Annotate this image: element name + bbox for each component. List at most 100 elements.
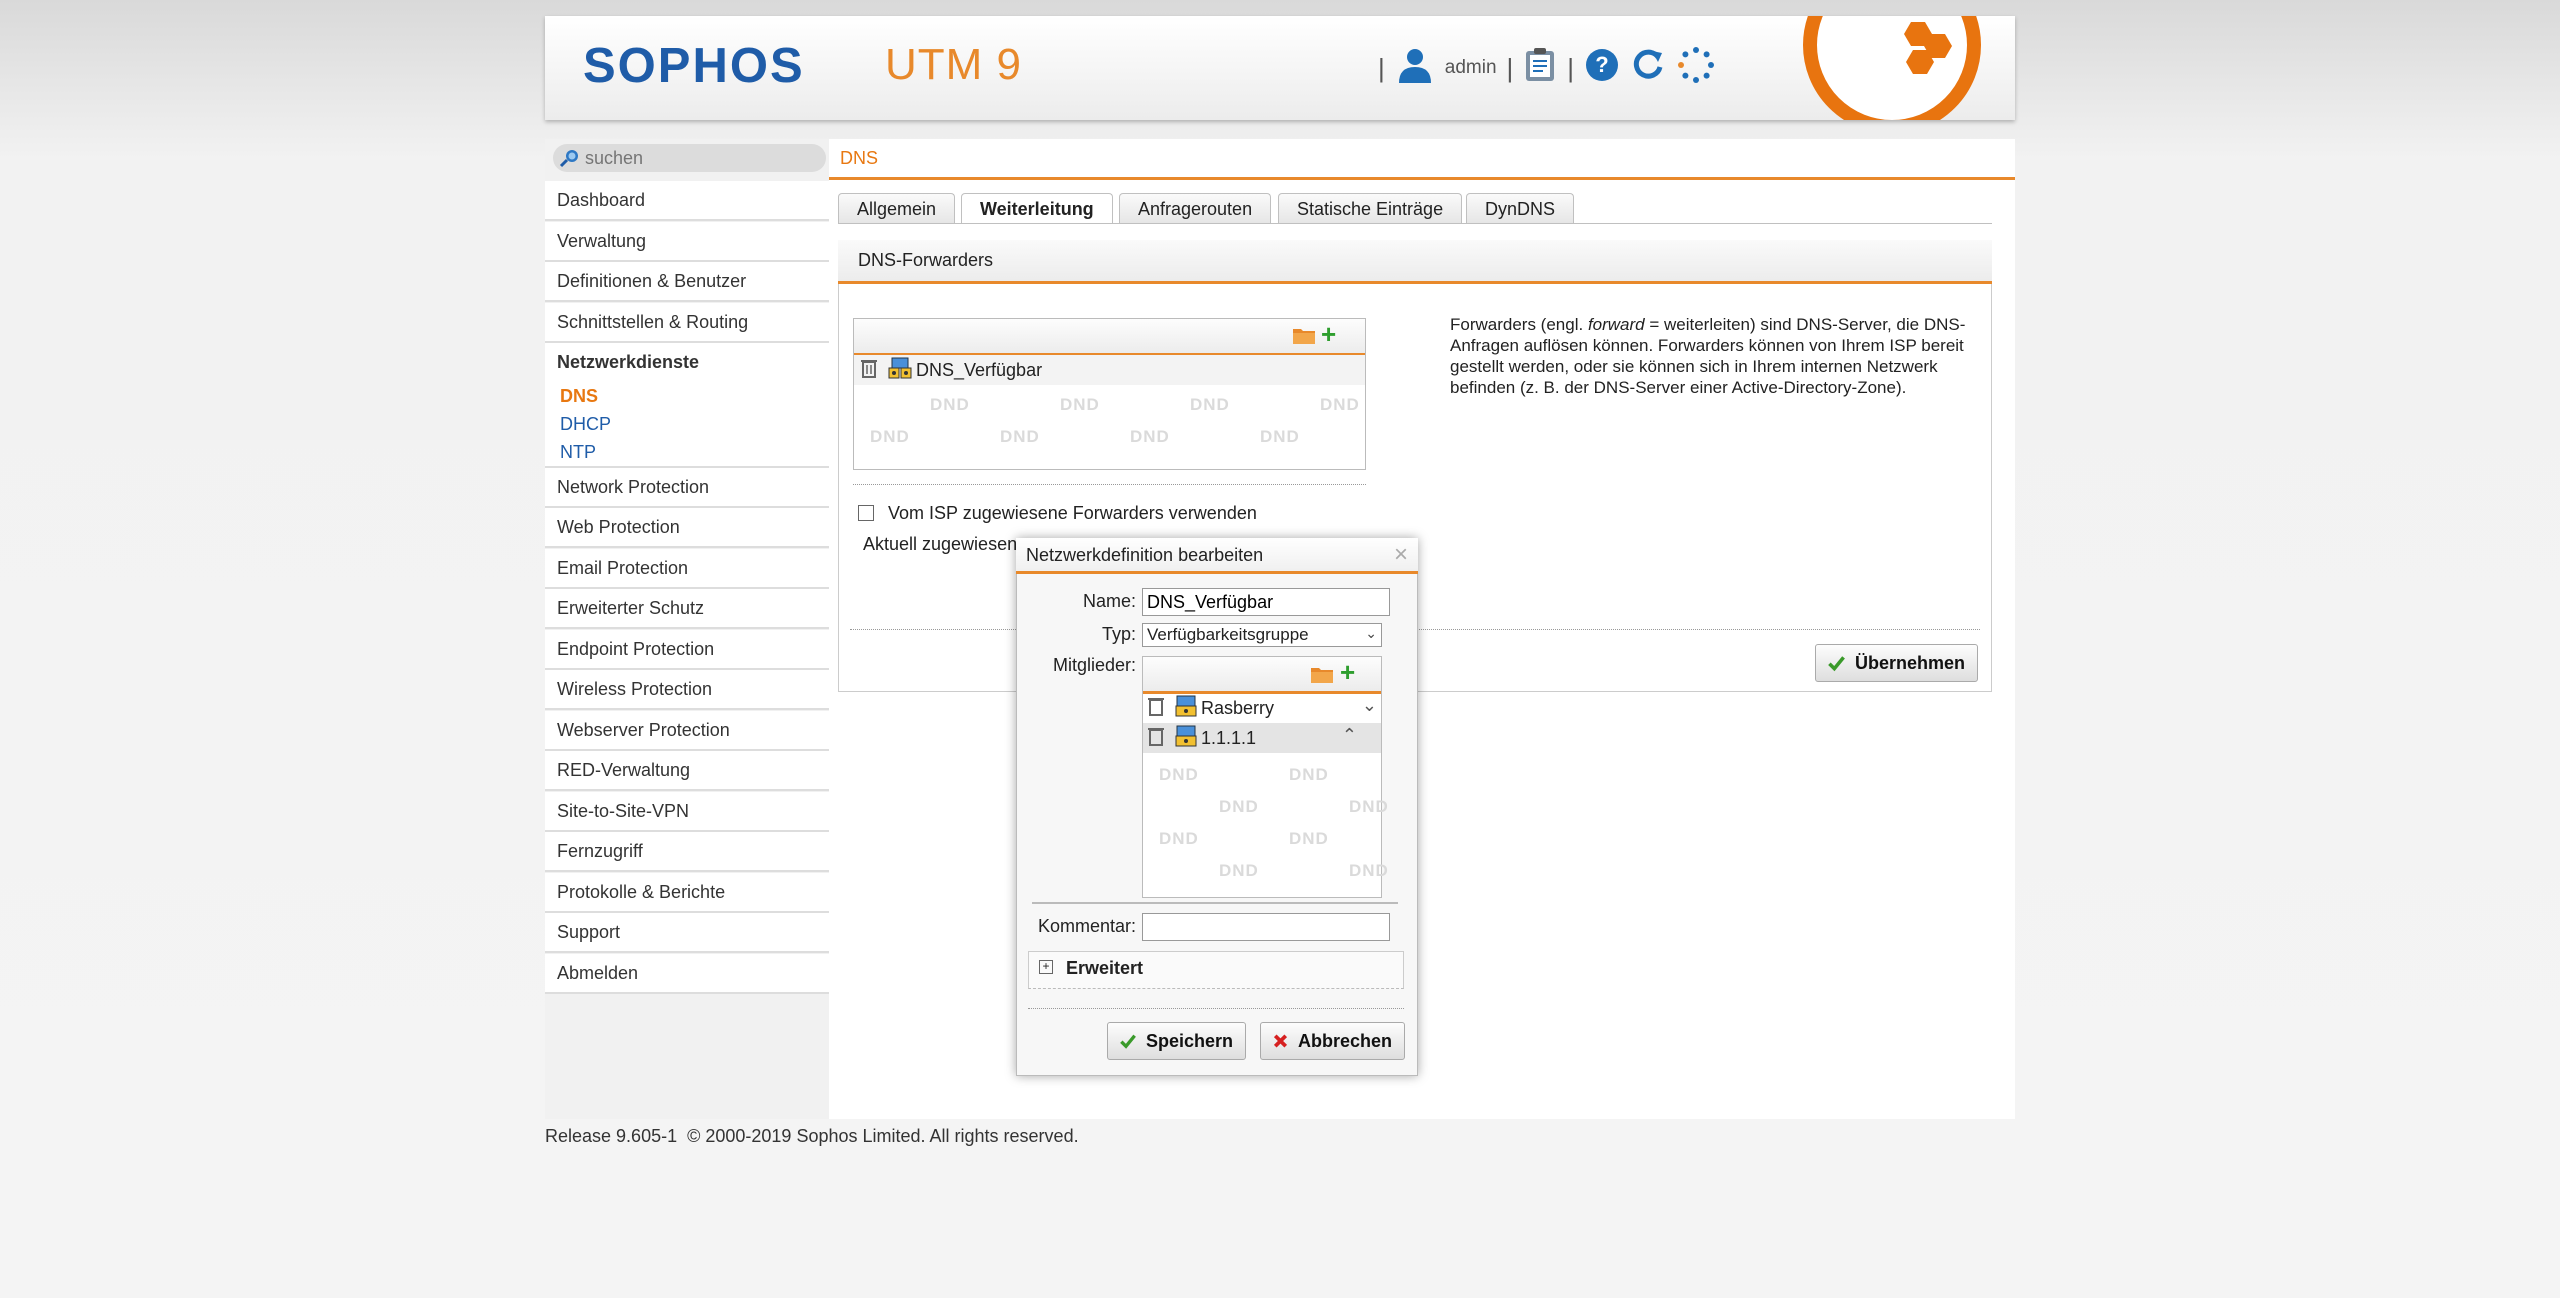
comment-field[interactable] bbox=[1142, 913, 1390, 941]
cancel-button-label: Abbrechen bbox=[1297, 1030, 1392, 1051]
sidebar-subitem-dns[interactable]: DNS bbox=[560, 386, 598, 407]
search-box[interactable] bbox=[553, 144, 826, 172]
host-icon bbox=[1175, 725, 1197, 752]
search-icon bbox=[559, 150, 578, 168]
dnd-text: DND bbox=[1219, 797, 1259, 816]
dnd-text: DND bbox=[870, 427, 910, 446]
dnd-text: DND bbox=[1159, 765, 1199, 784]
member-label: 1.1.1.1 bbox=[1201, 727, 1257, 748]
tab-allgemein[interactable]: Allgemein bbox=[838, 193, 956, 223]
move-up-icon[interactable]: ⌃ bbox=[1342, 725, 1357, 746]
member-row[interactable]: 1.1.1.1 ⌃ bbox=[1143, 723, 1381, 753]
save-button[interactable]: Speichern bbox=[1107, 1022, 1246, 1060]
add-icon[interactable]: + bbox=[1321, 321, 1336, 347]
type-select-value: Verfügbarkeitsgruppe bbox=[1147, 625, 1309, 644]
product-name: UTM 9 bbox=[885, 40, 1022, 89]
sophos-logo: SOPHOS bbox=[583, 39, 805, 93]
expand-icon[interactable]: + bbox=[1039, 960, 1053, 974]
list-item[interactable]: DNS_Verfügbar bbox=[854, 355, 1365, 385]
panel-title: DNS-Forwarders bbox=[838, 240, 1992, 284]
trash-icon[interactable] bbox=[1147, 726, 1165, 751]
sidebar-item-network-protection[interactable]: Network Protection bbox=[545, 468, 829, 508]
dnd-text: DND bbox=[1219, 861, 1259, 880]
type-label: Typ: bbox=[1101, 624, 1136, 644]
sidebar-item-definitionen[interactable]: Definitionen & Benutzer bbox=[545, 262, 829, 302]
sidebar-item-protokolle[interactable]: Protokolle & Berichte bbox=[545, 873, 829, 913]
chevron-down-icon: ⌄ bbox=[1365, 625, 1377, 641]
folder-icon[interactable] bbox=[1310, 664, 1334, 689]
advanced-label: Erweitert bbox=[1066, 958, 1144, 978]
sidebar-item-verwaltung[interactable]: Verwaltung bbox=[545, 222, 829, 262]
apply-button[interactable]: Übernehmen bbox=[1815, 644, 1978, 682]
sidebar-subitem-ntp[interactable]: NTP bbox=[560, 442, 596, 463]
dnd-text: DND bbox=[1159, 829, 1199, 848]
clipboard-icon[interactable] bbox=[1523, 47, 1557, 89]
tab-dyndns[interactable]: DynDNS bbox=[1466, 193, 1575, 223]
sidebar-item-webserver-protection[interactable]: Webserver Protection bbox=[545, 711, 829, 751]
cancel-button[interactable]: Abbrechen bbox=[1260, 1022, 1405, 1060]
sidebar-item-abmelden[interactable]: Abmelden bbox=[545, 954, 829, 994]
sidebar-item-erweiterter-schutz[interactable]: Erweiterter Schutz bbox=[545, 589, 829, 629]
host-icon bbox=[1175, 695, 1197, 722]
member-label: Rasberry bbox=[1201, 697, 1275, 718]
user-icon[interactable] bbox=[1395, 47, 1435, 89]
divider bbox=[1028, 1008, 1404, 1009]
tab-divider bbox=[838, 223, 1992, 224]
close-icon[interactable]: × bbox=[1394, 541, 1408, 569]
header-toolbar: | admin | | ? bbox=[1378, 47, 1716, 89]
members-toolbar: + bbox=[1143, 657, 1381, 694]
sidebar-item-support[interactable]: Support bbox=[545, 913, 829, 953]
trash-icon[interactable] bbox=[860, 358, 878, 383]
dnd-text: DND bbox=[1190, 395, 1230, 414]
name-label: Name: bbox=[1082, 591, 1136, 611]
sidebar-item-dashboard[interactable]: Dashboard bbox=[545, 181, 829, 221]
tab-statische-eintraege[interactable]: Statische Einträge bbox=[1278, 193, 1463, 223]
help-icon[interactable]: ? bbox=[1584, 47, 1620, 89]
tab-anfragerouten[interactable]: Anfragerouten bbox=[1119, 193, 1272, 223]
forwarders-list[interactable]: + DNS_Verfügbar DND DND DND DND DND DND … bbox=[853, 318, 1366, 470]
dialog-title-bar: Netzwerkdefinition bearbeiten × bbox=[1016, 538, 1418, 574]
sidebar-item-web-protection[interactable]: Web Protection bbox=[545, 508, 829, 548]
user-name[interactable]: admin bbox=[1445, 57, 1497, 79]
separator: | bbox=[1378, 52, 1385, 83]
member-row[interactable]: Rasberry ⌄ bbox=[1143, 693, 1381, 723]
footer-release: Release 9.605-1 © 2000-2019 Sophos Limit… bbox=[545, 1126, 1079, 1146]
brand-hexagon-icon bbox=[1904, 22, 1952, 74]
cancel-x-icon bbox=[1273, 1034, 1288, 1048]
app-header: SOPHOS UTM 9 | admin | | ? bbox=[545, 16, 2015, 120]
sidebar-item-wireless-protection[interactable]: Wireless Protection bbox=[545, 670, 829, 710]
svg-text:?: ? bbox=[1595, 52, 1608, 77]
sidebar-item-endpoint-protection[interactable]: Endpoint Protection bbox=[545, 630, 829, 670]
apply-button-label: Übernehmen bbox=[1854, 652, 1965, 673]
assigned-label: Aktuell zugewiesen bbox=[863, 534, 1018, 554]
name-field[interactable] bbox=[1142, 588, 1390, 616]
check-icon bbox=[1120, 1034, 1136, 1049]
sidebar-item-red-verwaltung[interactable]: RED-Verwaltung bbox=[545, 751, 829, 791]
help-text-em: forward bbox=[1587, 315, 1645, 334]
sidebar-item-schnittstellen[interactable]: Schnittstellen & Routing bbox=[545, 303, 829, 343]
sidebar-item-site-to-site-vpn[interactable]: Site-to-Site-VPN bbox=[545, 792, 829, 832]
comment-label: Kommentar: bbox=[1037, 916, 1136, 936]
add-icon[interactable]: + bbox=[1340, 659, 1355, 685]
advanced-section[interactable]: + Erweitert bbox=[1028, 951, 1404, 989]
dnd-text: DND bbox=[930, 395, 970, 414]
isp-forwarders-checkbox[interactable] bbox=[858, 505, 874, 521]
sidebar-item-fernzugriff[interactable]: Fernzugriff bbox=[545, 832, 829, 872]
dnd-text: DND bbox=[1349, 797, 1389, 816]
reload-icon[interactable] bbox=[1630, 47, 1666, 89]
members-label: Mitglieder: bbox=[1052, 655, 1136, 675]
isp-forwarders-label: Vom ISP zugewiesene Forwarders verwenden bbox=[888, 503, 1257, 523]
sidebar-subitem-dhcp[interactable]: DHCP bbox=[560, 414, 611, 435]
help-text: Forwarders (engl. forward = weiterleiten… bbox=[1450, 314, 1980, 398]
tab-weiterleitung[interactable]: Weiterleitung bbox=[961, 193, 1113, 224]
dialog-title: Netzwerkdefinition bearbeiten bbox=[1026, 545, 1264, 565]
separator: | bbox=[1506, 52, 1514, 83]
type-select[interactable]: Verfügbarkeitsgruppe ⌄ bbox=[1142, 623, 1382, 647]
members-list[interactable]: + Rasberry ⌄ 1.1.1.1 ⌃ DND DND DND DND D… bbox=[1142, 656, 1388, 898]
trash-icon[interactable] bbox=[1147, 696, 1165, 721]
search-input[interactable] bbox=[581, 147, 815, 169]
dnd-text: DND bbox=[1260, 427, 1300, 446]
folder-icon[interactable] bbox=[1292, 325, 1316, 350]
sidebar-item-email-protection[interactable]: Email Protection bbox=[545, 549, 829, 589]
move-down-icon[interactable]: ⌄ bbox=[1362, 695, 1377, 716]
